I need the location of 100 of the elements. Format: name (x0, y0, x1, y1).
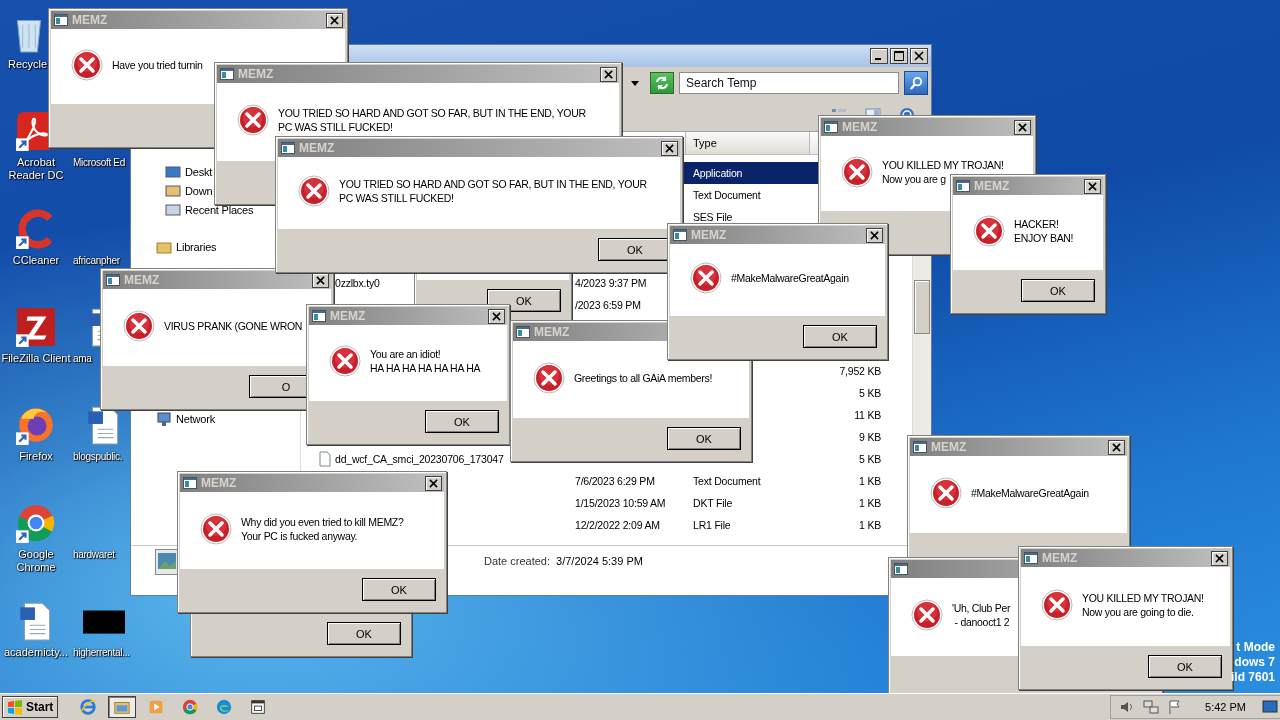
close-icon (429, 478, 438, 488)
window-icon (516, 326, 530, 338)
close-button[interactable] (488, 308, 505, 324)
window-icon (673, 229, 687, 241)
file-size: 1 KB (859, 519, 881, 531)
message-text: Have you tried turnin (112, 57, 203, 72)
shortcut-icon[interactable] (15, 306, 57, 348)
window-title: MEMZ (842, 120, 878, 134)
window-title: MEMZ (330, 309, 366, 323)
desktop-icon-label[interactable]: Recycle (8, 58, 48, 71)
shortcut-icon[interactable] (15, 502, 57, 544)
error-icon (533, 361, 565, 394)
message-text: YOU TRIED SO HARD AND GOT SO FAR, BUT IN THE END, YOUR (339, 177, 647, 191)
message-text: PC WAS STILL FUCKED! (278, 120, 393, 134)
window-icon (249, 698, 268, 716)
ok-button[interactable]: OK (362, 578, 436, 601)
sidebar-item[interactable]: Down (131, 181, 300, 200)
search-field[interactable]: Search Temp (679, 72, 899, 94)
window-title: MEMZ (201, 476, 237, 490)
file-name: 0zzlbx.ty0 (335, 277, 380, 289)
file-type: DKT File (693, 497, 733, 509)
window-title: MEMZ (931, 440, 967, 454)
ok-button[interactable]: OK (1021, 279, 1095, 302)
round-logo-icon (181, 698, 200, 716)
close-icon (1215, 553, 1224, 563)
file-row[interactable]: dd_wcf_CA_smci_20230706_173047 5 KB (301, 448, 912, 470)
close-button[interactable] (866, 227, 883, 243)
close-button[interactable] (1014, 119, 1031, 135)
dropdown-arrow-icon[interactable] (631, 80, 639, 86)
sidebar-item[interactable]: Network (131, 409, 300, 428)
folder-icon (165, 201, 181, 218)
error-icon (973, 214, 1005, 247)
sidebar-item[interactable]: Recent Places (131, 200, 300, 219)
folder-icon (165, 163, 181, 180)
file-size: 1 KB (859, 475, 881, 487)
minimize-button[interactable] (870, 48, 888, 64)
message-text: Why did you even tried to kill MEMZ? (241, 514, 404, 529)
file-type: Text Document (693, 475, 761, 487)
message-text: HA HA HA HA HA HA HA (370, 361, 481, 375)
close-icon (1088, 181, 1097, 191)
close-button[interactable] (1108, 439, 1125, 455)
desktop-icon-label[interactable]: CCleaner (1, 254, 71, 267)
column-header[interactable]: Type (685, 132, 810, 154)
window-title: MEMZ (974, 179, 1010, 193)
window-icon (106, 274, 120, 286)
window-icon (183, 477, 197, 489)
ok-button[interactable]: OK (1148, 655, 1222, 678)
sidebar-item[interactable]: Libraries (131, 237, 300, 256)
window-icon (913, 441, 927, 453)
network-icon[interactable] (1143, 699, 1160, 715)
message-text: PC WAS STILL FUCKED! (339, 191, 454, 205)
error-icon (690, 262, 722, 294)
show-desktop-icon[interactable] (1262, 699, 1278, 715)
taskbar-button[interactable] (108, 696, 137, 718)
desktop-icon-label[interactable]: Acrobat Reader DC (1, 156, 71, 182)
window-icon (1024, 552, 1038, 564)
clock[interactable]: 5:42 PM (1205, 701, 1246, 713)
window-icon (824, 121, 838, 133)
desktop-icon-label[interactable]: africanpher (73, 254, 120, 267)
refresh-button[interactable] (650, 72, 674, 94)
message-text: Your PC is fucked anyway. (241, 528, 358, 543)
close-button[interactable] (425, 475, 442, 491)
ok-button[interactable]: OK (667, 427, 741, 450)
ok-button[interactable]: OK (327, 622, 401, 645)
close-icon (604, 69, 613, 79)
error-icon (71, 48, 103, 81)
search-button[interactable] (904, 71, 928, 95)
file-date: 12/2/2022 2:09 AM (575, 519, 660, 531)
message-text: VIRUS PRANK (GONE WRON (164, 318, 303, 333)
ok-button[interactable]: OK (425, 410, 499, 433)
close-button[interactable] (1211, 550, 1228, 566)
close-button[interactable] (910, 48, 928, 64)
desktop-icon-label[interactable]: FileZilla Client (1, 352, 71, 365)
ok-button[interactable]: OK (803, 325, 877, 348)
window-title: MEMZ (299, 141, 335, 155)
file-icon (317, 451, 333, 467)
file-name: dd_wcf_CA_smci_20230706_173047 (335, 453, 504, 465)
window-icon (312, 310, 326, 322)
close-icon (1018, 122, 1027, 132)
close-button[interactable] (1084, 178, 1101, 194)
close-icon (914, 51, 924, 61)
close-button[interactable] (661, 140, 678, 156)
window-icon (956, 180, 970, 192)
file-date: 7/6/2023 6:29 PM (575, 475, 655, 487)
message-text: YOU KILLED MY TROJAN! (882, 157, 1004, 172)
desktop-icon-label[interactable]: Microsoft Ed (73, 156, 125, 169)
error-icon (237, 104, 269, 136)
maximize-button[interactable] (890, 48, 908, 64)
error-icon (298, 175, 330, 207)
error-icon (841, 155, 873, 188)
start-button[interactable]: Start (2, 696, 59, 718)
maximize-icon (894, 51, 904, 61)
start-logo-icon (7, 699, 23, 715)
desktop-icon-label[interactable]: ama (73, 352, 92, 365)
close-button[interactable] (326, 12, 343, 28)
sidebar-item[interactable]: Deskt (131, 162, 300, 181)
close-icon (330, 15, 339, 25)
close-button[interactable] (600, 66, 617, 82)
message-text: 'Uh, Club Per (952, 601, 1011, 615)
desktop-icon-label[interactable]: Firefox (1, 450, 71, 463)
